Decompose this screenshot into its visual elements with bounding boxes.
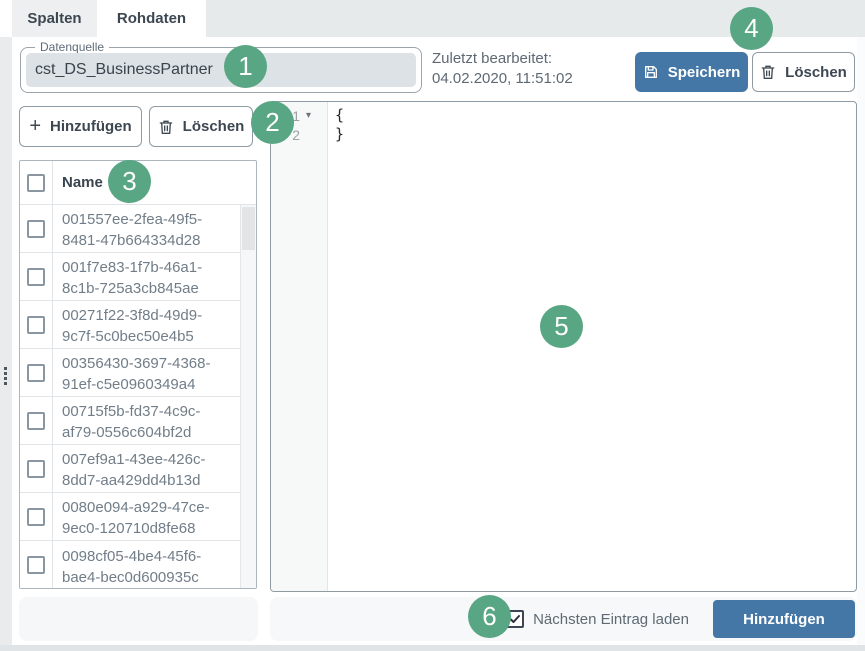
row-checkbox[interactable]	[27, 364, 45, 382]
row-checkbox-cell	[20, 253, 53, 300]
row-guid: 00356430-3697-4368-91ef-c5e0960349a4	[53, 349, 215, 396]
add-entry-button[interactable]: + Hinzufügen	[19, 106, 142, 147]
trash-icon	[760, 64, 776, 80]
bottom-margin	[0, 645, 865, 651]
table-row[interactable]: 001557ee-2fea-49f5-8481-47b664334d28	[20, 205, 256, 253]
add-record-label: Hinzufügen	[743, 611, 825, 628]
tabbar-corner	[0, 0, 12, 37]
row-guid: 001557ee-2fea-49f5-8481-47b664334d28	[53, 205, 215, 252]
delete-datasource-button[interactable]: Löschen	[752, 52, 855, 92]
load-next-label: Nächsten Eintrag laden	[533, 611, 689, 628]
row-checkbox[interactable]	[27, 316, 45, 334]
scrollbar-thumb[interactable]	[242, 207, 255, 250]
select-all-cell	[20, 161, 53, 204]
table-row[interactable]: 0098cf05-4be4-45f6-bae4-bec0d600935c	[20, 541, 256, 589]
row-checkbox[interactable]	[27, 268, 45, 286]
editor-bottom-bar: Nächsten Eintrag laden Hinzufügen	[270, 597, 857, 641]
tab-spalten-label: Spalten	[27, 10, 81, 27]
add-record-button[interactable]: Hinzufügen	[713, 600, 855, 638]
annotation-badge-5: 5	[540, 305, 583, 348]
table-body: 001557ee-2fea-49f5-8481-47b664334d28 001…	[20, 205, 256, 589]
datasource-value: cst_DS_BusinessPartner	[35, 61, 213, 79]
name-column-header: Name	[53, 161, 103, 204]
plus-icon: +	[29, 116, 41, 136]
table-row[interactable]: 00271f22-3f8d-49d9-9c7f-5c0bec50e4b5	[20, 301, 256, 349]
annotation-badge-4: 4	[730, 7, 773, 50]
trash-icon	[158, 119, 174, 135]
row-checkbox[interactable]	[27, 556, 45, 574]
delete-button-label: Löschen	[785, 64, 847, 81]
tab-spalten[interactable]: Spalten	[12, 0, 97, 37]
annotation-badge-6: 6	[468, 595, 511, 638]
editor-code[interactable]: { }	[328, 102, 856, 591]
editor-gutter: 1 ▾ 2	[271, 102, 328, 591]
row-guid: 00271f22-3f8d-49d9-9c7f-5c0bec50e4b5	[53, 301, 215, 348]
save-button[interactable]: Speichern	[635, 52, 748, 92]
row-checkbox[interactable]	[27, 412, 45, 430]
annotation-badge-1: 1	[224, 45, 267, 88]
row-checkbox[interactable]	[27, 508, 45, 526]
left-resizer[interactable]	[0, 37, 12, 645]
annotation-badge-3: 3	[108, 160, 151, 203]
code-line: {	[335, 106, 856, 125]
table-row[interactable]: 007ef9a1-43ee-426c-8dd7-aa429dd4b13d	[20, 445, 256, 493]
table-scrollbar[interactable]	[240, 205, 256, 588]
datasource-input[interactable]: cst_DS_BusinessPartner	[26, 53, 416, 87]
delete-entry-button[interactable]: Löschen	[149, 106, 253, 147]
row-guid: 0080e094-a929-47ce-9ec0-120710d8fe68	[53, 493, 215, 540]
tab-rohdaten[interactable]: Rohdaten	[97, 0, 206, 37]
datasource-label: Datenquelle	[35, 40, 109, 54]
table-row[interactable]: 00715f5b-fd37-4c9c-af79-0556c604bf2d	[20, 397, 256, 445]
delete-entry-label: Löschen	[183, 118, 245, 135]
table-row[interactable]: 001f7e83-1f7b-46a1-8c1b-725a3cb845ae	[20, 253, 256, 301]
main-content: Datenquelle cst_DS_BusinessPartner Zulet…	[12, 37, 857, 645]
row-checkbox-cell	[20, 349, 53, 396]
row-guid: 007ef9a1-43ee-426c-8dd7-aa429dd4b13d	[53, 445, 215, 492]
row-guid: 0098cf05-4be4-45f6-bae4-bec0d600935c	[53, 541, 215, 589]
row-checkbox-cell	[20, 541, 53, 589]
line-number: 2	[292, 127, 300, 143]
last-edited-label: Zuletzt bearbeitet:	[432, 49, 573, 69]
row-checkbox[interactable]	[27, 220, 45, 238]
row-guid: 00715f5b-fd37-4c9c-af79-0556c604bf2d	[53, 397, 215, 444]
last-edited: Zuletzt bearbeitet: 04.02.2020, 11:51:02	[432, 49, 573, 89]
annotation-badge-2: 2	[251, 101, 294, 144]
row-checkbox-cell	[20, 397, 53, 444]
load-next-wrap: Nächsten Eintrag laden	[506, 610, 689, 628]
datasource-field: Datenquelle cst_DS_BusinessPartner	[20, 47, 422, 93]
save-button-label: Speichern	[668, 64, 741, 81]
select-all-checkbox[interactable]	[27, 174, 45, 192]
row-guid: 001f7e83-1f7b-46a1-8c1b-725a3cb845ae	[53, 253, 215, 300]
fold-arrow-icon[interactable]: ▾	[304, 110, 313, 121]
add-entry-label: Hinzufügen	[50, 118, 132, 135]
table-footer	[19, 597, 258, 641]
row-checkbox-cell	[20, 493, 53, 540]
last-edited-value: 04.02.2020, 11:51:02	[432, 69, 573, 89]
row-checkbox-cell	[20, 205, 53, 252]
table-row[interactable]: 00356430-3697-4368-91ef-c5e0960349a4	[20, 349, 256, 397]
row-checkbox-cell	[20, 445, 53, 492]
right-margin	[857, 37, 865, 645]
table-row[interactable]: 0080e094-a929-47ce-9ec0-120710d8fe68	[20, 493, 256, 541]
row-checkbox-cell	[20, 301, 53, 348]
entries-table: Name 001557ee-2fea-49f5-8481-47b664334d2…	[19, 160, 257, 589]
left-drag-handle-icon[interactable]	[4, 367, 7, 385]
row-checkbox[interactable]	[27, 460, 45, 478]
tab-rohdaten-label: Rohdaten	[117, 10, 186, 27]
code-line: }	[335, 125, 856, 144]
save-icon	[643, 64, 659, 80]
